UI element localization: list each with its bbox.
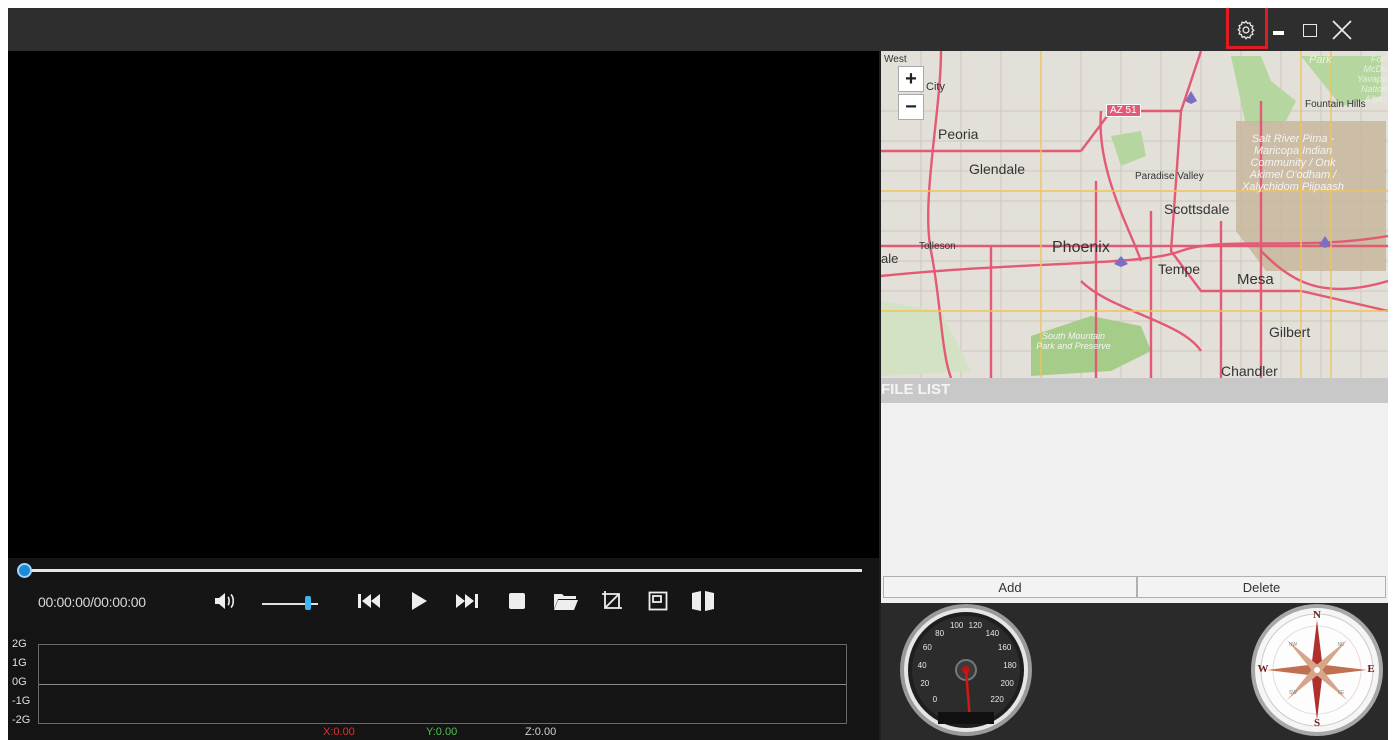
map-label: Peoria: [938, 126, 979, 142]
graph-y-label: -2G: [12, 714, 31, 726]
speed-tick-label: 80: [935, 628, 945, 638]
compass-minor-label: NW: [1288, 641, 1298, 648]
compass-minor-label: NE: [1337, 641, 1345, 648]
time-display: 00:00:00/00:00:00: [38, 594, 146, 610]
map-label: West: [884, 54, 907, 65]
graph-y-label: 2G: [12, 638, 27, 650]
zoom-in-button[interactable]: +: [898, 66, 924, 92]
highway-badge: AZ 51: [1106, 104, 1141, 117]
open-folder-icon[interactable]: [552, 588, 580, 614]
map-label: City: [926, 81, 945, 93]
compass-minor-label: SW: [1288, 690, 1297, 697]
speed-tick-label: 180: [1003, 660, 1017, 670]
player-controls: 00:00:00/00:00:00: [8, 558, 879, 623]
crop-icon[interactable]: [600, 588, 624, 614]
file-list-header: FILE LIST: [881, 378, 1388, 403]
stop-icon[interactable]: [506, 588, 528, 614]
video-display[interactable]: [8, 51, 879, 558]
compass-letter: E: [1367, 663, 1375, 675]
file-list-panel: FILE LIST Add Delete: [881, 378, 1388, 603]
seek-bar[interactable]: [20, 569, 862, 572]
maximize-icon[interactable]: [1296, 16, 1324, 44]
title-bar: [8, 8, 1388, 51]
speed-tick-label: 60: [922, 642, 932, 652]
graph-y-label: 0G: [12, 676, 27, 688]
zoom-out-button[interactable]: −: [898, 94, 924, 120]
speed-tick-label: 20: [920, 679, 930, 689]
map-label: Salt River Pima - Maricopa Indian Commun…: [1241, 133, 1345, 193]
map-label: Phoenix: [1052, 239, 1110, 256]
graph-zero-line: [39, 684, 846, 685]
map-label: Gilbert: [1269, 324, 1311, 340]
speed-tick-label: 100: [949, 621, 964, 630]
gsensor-graph: 2G 1G 0G -1G -2G X:0.00 Y:0.00 Z:0.00: [8, 623, 879, 740]
compass-letter: W: [1257, 663, 1269, 675]
play-icon[interactable]: [406, 588, 432, 614]
previous-icon[interactable]: [356, 588, 382, 614]
delete-button[interactable]: Delete: [1137, 576, 1386, 598]
map-label: Tolleson: [919, 241, 956, 252]
volume-icon[interactable]: [211, 588, 237, 614]
compass-letter: S: [1313, 717, 1321, 729]
split-view-icon[interactable]: [690, 588, 716, 614]
x-axis-value: X:0.00: [323, 726, 355, 738]
app-window: 00:00:00/00:00:00 2G 1G 0G -1G -2G X:0.0…: [8, 8, 1388, 740]
map-label: Scottsdale: [1164, 201, 1230, 217]
close-icon[interactable]: [1328, 16, 1356, 44]
map-label: ale: [881, 251, 899, 266]
map-label: Mesa: [1237, 271, 1274, 288]
z-axis-value: Z:0.00: [525, 726, 557, 738]
graph-y-label: 1G: [12, 657, 27, 669]
map-label: Tempe: [1158, 261, 1201, 277]
speed-tick-label: 220: [990, 695, 1004, 705]
map-label: Paradise Valley: [1135, 171, 1204, 182]
next-icon[interactable]: [454, 588, 480, 614]
volume-handle[interactable]: [305, 596, 311, 610]
gauges-panel: 0 20 40 60 80 100 120 140 160 180 200 220 N E S W NW NE S…: [881, 603, 1388, 740]
map-label: South Mountain Park and Preserve: [1036, 331, 1111, 351]
map-label: Chandler: [1221, 363, 1278, 378]
y-axis-value: Y:0.00: [426, 726, 458, 738]
graph-plot-area: [38, 644, 847, 724]
add-button[interactable]: Add: [883, 576, 1137, 598]
settings-highlight-box: [1226, 8, 1268, 49]
speed-tick-label: 0: [932, 695, 938, 705]
map-label: Glendale: [969, 161, 1026, 177]
speed-tick-label: 40: [917, 660, 927, 670]
speed-tick-label: 140: [985, 628, 1000, 638]
minimize-icon[interactable]: [1264, 16, 1292, 44]
seek-handle[interactable]: [17, 563, 32, 578]
graph-y-label: -1G: [12, 695, 31, 707]
window-icon[interactable]: [646, 588, 670, 614]
speed-tick-label: 160: [997, 642, 1012, 652]
file-list-body[interactable]: [881, 403, 1388, 573]
map-view[interactable]: + − West City AZ 51 Peoria Glendale Para…: [881, 51, 1388, 378]
map-label: Fort McDo Yavapa Nation A'ba:j: [1357, 54, 1387, 104]
compass-letter: N: [1313, 609, 1321, 621]
speed-tick-label: 200: [1000, 679, 1014, 689]
map-label: Park: [1309, 54, 1332, 66]
compass-minor-label: SE: [1337, 690, 1345, 697]
